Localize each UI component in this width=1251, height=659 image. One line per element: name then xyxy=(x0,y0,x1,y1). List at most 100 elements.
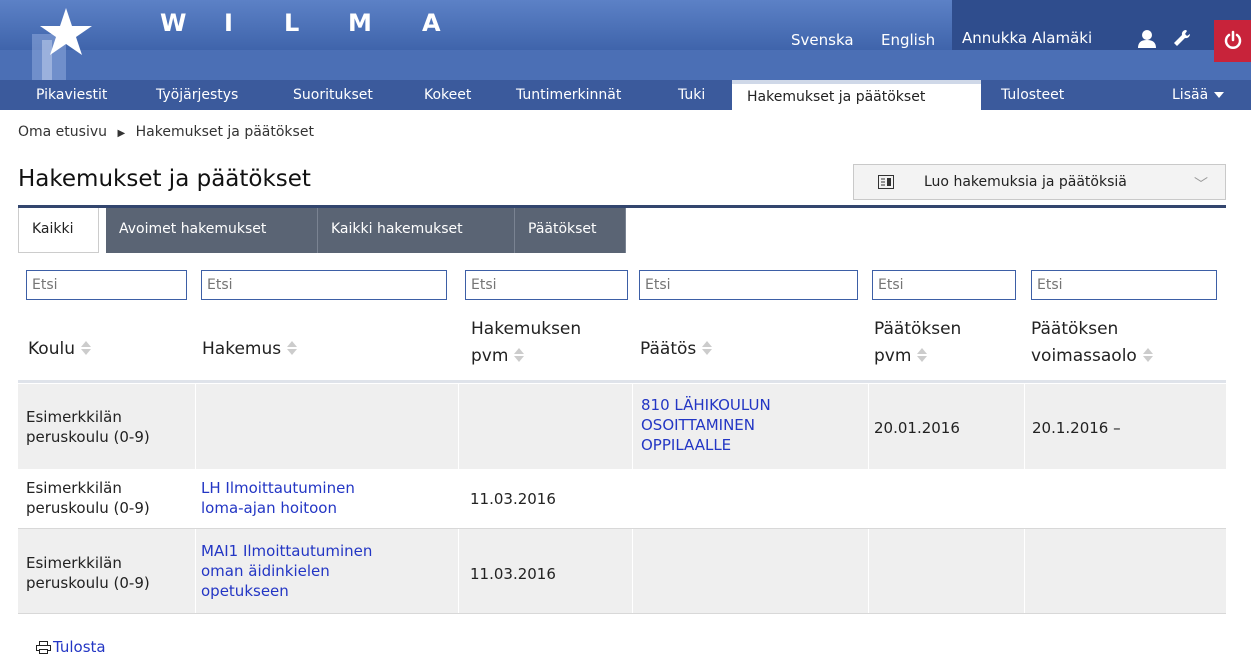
tab-paatokset[interactable]: Päätökset xyxy=(515,208,626,253)
column-divider xyxy=(632,529,633,613)
filter-paatos-pvm-input[interactable] xyxy=(872,270,1016,300)
cell-line: OPPILAALLE xyxy=(641,436,732,454)
cell-line: peruskoulu (0-9) xyxy=(26,574,150,592)
breadcrumb: Oma etusivu ▶ Hakemukset ja päätökset xyxy=(18,124,314,140)
cell-koulu: Esimerkkilän peruskoulu (0-9) xyxy=(26,478,150,518)
brand-letter: L xyxy=(284,9,300,37)
header-label: Päätöksen xyxy=(1031,319,1119,339)
sort-icon xyxy=(80,341,91,355)
wrench-icon[interactable] xyxy=(1172,28,1192,48)
cell-line: loma-ajan hoitoon xyxy=(201,499,337,517)
header-hakemus-pvm[interactable]: Hakemuksen pvm xyxy=(471,318,581,368)
tab-kaikki-hakemukset[interactable]: Kaikki hakemukset xyxy=(318,208,515,253)
header-label: Päätöksen xyxy=(874,319,962,339)
cell-voimassaolo: 20.1.2016 – xyxy=(1032,419,1121,437)
logout-button[interactable] xyxy=(1214,20,1251,62)
main-nav: Pikaviestit Työjärjestys Suoritukset Kok… xyxy=(0,80,1251,110)
column-divider xyxy=(868,529,869,613)
cell-koulu: Esimerkkilän peruskoulu (0-9) xyxy=(26,553,150,593)
cell-line: peruskoulu (0-9) xyxy=(26,499,150,517)
cell-line: Esimerkkilän xyxy=(26,479,122,497)
cell-line: OSOITTAMINEN xyxy=(641,416,756,434)
header-label: pvm xyxy=(874,346,912,366)
nav-item-pikaviestit[interactable]: Pikaviestit xyxy=(36,80,107,110)
user-name-link[interactable]: Annukka Alamäki xyxy=(962,29,1092,47)
column-divider xyxy=(458,529,459,613)
header-hakemus[interactable]: Hakemus xyxy=(202,338,298,361)
nav-item-tuki[interactable]: Tuki xyxy=(678,80,705,110)
breadcrumb-home-link[interactable]: Oma etusivu xyxy=(18,124,107,140)
nav-more-menu[interactable]: Lisää xyxy=(1172,80,1225,110)
cell-line: Esimerkkilän xyxy=(26,554,122,572)
header-paatos-pvm[interactable]: Päätöksen pvm xyxy=(874,318,961,368)
document-icon xyxy=(878,175,894,189)
row-divider xyxy=(18,613,1226,614)
header-paatos[interactable]: Päätös xyxy=(640,338,713,361)
tab-kaikki[interactable]: Kaikki xyxy=(18,208,99,253)
sort-icon xyxy=(702,341,713,355)
user-area: Annukka Alamäki xyxy=(952,0,1251,50)
column-divider xyxy=(195,529,196,613)
create-button[interactable]: Luo hakemuksia ja päätöksiä ﹀ xyxy=(853,164,1226,200)
table-row xyxy=(18,529,1226,613)
filter-hakemus-input[interactable] xyxy=(201,270,447,300)
header-divider xyxy=(18,380,1226,383)
brand-letter: I xyxy=(224,9,233,37)
header-label: Koulu xyxy=(28,339,75,359)
sort-icon xyxy=(917,348,928,362)
star-logo-icon[interactable] xyxy=(20,0,100,84)
cell-line: 810 LÄHIKOULUN xyxy=(641,396,771,414)
header-label: Päätös xyxy=(640,339,697,359)
cell-line: oman äidinkielen xyxy=(201,562,330,580)
column-divider xyxy=(1024,529,1025,613)
brand-letter: W xyxy=(160,9,187,37)
hakemus-link[interactable]: MAI1 Ilmoittautuminen oman äidinkielen o… xyxy=(201,541,372,601)
brand-letter: A xyxy=(422,9,441,37)
column-divider xyxy=(1024,384,1025,469)
caret-down-icon xyxy=(1214,92,1225,98)
cell-line: peruskoulu (0-9) xyxy=(26,428,150,446)
breadcrumb-current: Hakemukset ja päätökset xyxy=(135,124,314,140)
header-label: Hakemus xyxy=(202,339,282,359)
filter-koulu-input[interactable] xyxy=(26,270,187,300)
filter-hakemus-pvm-input[interactable] xyxy=(465,270,628,300)
sort-icon xyxy=(287,341,298,355)
create-button-label: Luo hakemuksia ja päätöksiä xyxy=(924,174,1127,190)
column-divider xyxy=(868,384,869,469)
cell-line: opetukseen xyxy=(201,582,289,600)
hakemus-link[interactable]: LH Ilmoittautuminen loma-ajan hoitoon xyxy=(201,478,355,518)
header-koulu[interactable]: Koulu xyxy=(28,338,91,361)
header-voimassaolo[interactable]: Päätöksen voimassaolo xyxy=(1031,318,1153,368)
sort-icon xyxy=(514,348,525,362)
sort-icon xyxy=(1142,348,1153,362)
cell-line: Esimerkkilän xyxy=(26,408,122,426)
print-link[interactable]: Tulosta xyxy=(36,638,106,656)
top-header: W I L M A Svenska English Annukka Alamäk… xyxy=(0,0,1251,84)
chevron-down-icon: ﹀ xyxy=(1194,177,1208,193)
cell-hakemus-pvm: 11.03.2016 xyxy=(470,490,556,508)
cell-line: LH Ilmoittautuminen xyxy=(201,479,355,497)
printer-icon xyxy=(36,640,51,654)
column-divider xyxy=(195,384,196,469)
user-icon[interactable] xyxy=(1136,28,1158,50)
nav-item-tuntimerkinnat[interactable]: Tuntimerkinnät xyxy=(516,80,621,110)
filter-voimassaolo-input[interactable] xyxy=(1031,270,1217,300)
lang-english-link[interactable]: English xyxy=(881,31,935,49)
column-divider xyxy=(632,384,633,469)
nav-item-hakemukset[interactable]: Hakemukset ja päätökset xyxy=(732,80,981,110)
header-label: Hakemuksen xyxy=(471,319,582,339)
paatos-link[interactable]: 810 LÄHIKOULUN OSOITTAMINEN OPPILAALLE xyxy=(641,395,771,455)
filter-paatos-input[interactable] xyxy=(639,270,858,300)
lang-svenska-link[interactable]: Svenska xyxy=(791,31,854,49)
nav-item-suoritukset[interactable]: Suoritukset xyxy=(293,80,373,110)
wilma-brand: W I L M A xyxy=(160,9,460,41)
cell-hakemus-pvm: 11.03.2016 xyxy=(470,565,556,583)
nav-more-label: Lisää xyxy=(1172,87,1209,103)
nav-item-kokeet[interactable]: Kokeet xyxy=(424,80,471,110)
chevron-right-icon: ▶ xyxy=(117,128,126,139)
nav-item-tulosteet[interactable]: Tulosteet xyxy=(1001,80,1064,110)
tab-avoimet-hakemukset[interactable]: Avoimet hakemukset xyxy=(106,208,318,253)
print-label: Tulosta xyxy=(53,638,106,656)
nav-item-tyojarjestys[interactable]: Työjärjestys xyxy=(156,80,238,110)
page-title: Hakemukset ja päätökset xyxy=(18,166,311,192)
